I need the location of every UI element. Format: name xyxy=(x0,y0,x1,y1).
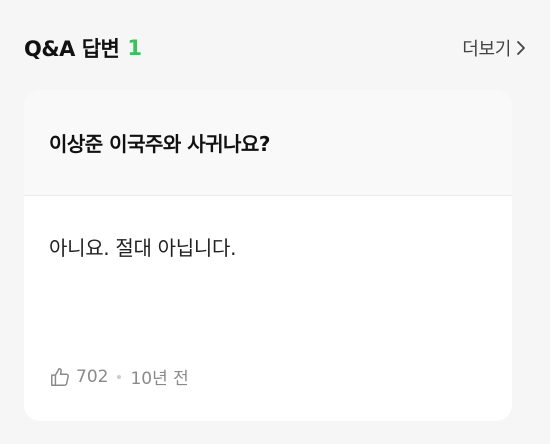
section-title: Q&A 답변 1 xyxy=(24,33,142,63)
like-button[interactable]: 702 xyxy=(49,366,108,388)
thumbs-up-icon[interactable] xyxy=(49,366,71,388)
more-link-label[interactable]: 더보기 xyxy=(462,35,511,61)
more-link[interactable]: 더보기 xyxy=(462,35,526,61)
answer-meta: 702 10년 전 xyxy=(49,364,189,389)
question-text: 이상준 이국주와 사귀나요? xyxy=(24,90,512,196)
like-count[interactable]: 702 xyxy=(76,367,108,387)
qa-section-header: Q&A 답변 1 더보기 xyxy=(24,30,526,66)
answer-count: 1 xyxy=(127,36,142,60)
qa-card[interactable]: 이상준 이국주와 사귀나요? 아니요. 절대 아닙니다. 702 10년 전 xyxy=(24,90,512,421)
section-title-text: Q&A 답변 xyxy=(24,37,120,61)
chevron-right-icon[interactable] xyxy=(516,40,526,56)
meta-separator-dot xyxy=(117,374,122,379)
answer-text: 아니요. 절대 아닙니다. xyxy=(49,236,237,260)
answer-time: 10년 전 xyxy=(130,369,189,389)
